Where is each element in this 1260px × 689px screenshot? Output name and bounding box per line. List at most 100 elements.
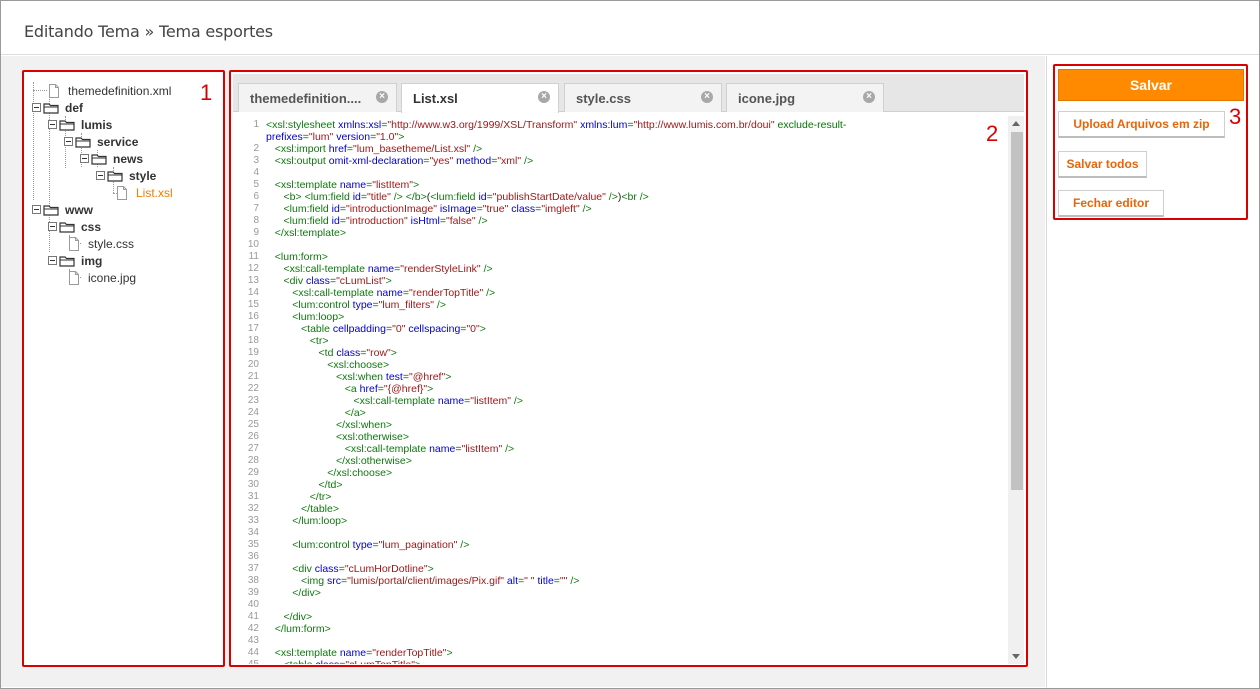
- code-text: </div>: [283, 611, 313, 623]
- editor-tab-style-css[interactable]: style.css ×: [564, 83, 722, 112]
- dialog-header: Editando Tema » Tema esportes: [1, 1, 1259, 55]
- close-tab-icon[interactable]: ×: [376, 91, 388, 103]
- collapse-toggle-icon[interactable]: [48, 120, 57, 129]
- code-line[interactable]: 34: [233, 527, 1008, 539]
- code-line[interactable]: 29 </xsl:choose>: [233, 467, 1008, 479]
- collapse-toggle-icon[interactable]: [64, 137, 73, 146]
- close-tab-icon[interactable]: ×: [538, 91, 550, 103]
- code-text: <lum:field id="introductionImage" isImag…: [283, 203, 592, 215]
- code-line[interactable]: 21 <xsl:when test="@href">: [233, 371, 1008, 383]
- code-line[interactable]: 43: [233, 635, 1008, 647]
- code-line[interactable]: 4: [233, 167, 1008, 179]
- scroll-up-arrow-icon[interactable]: [1012, 121, 1020, 126]
- code-line[interactable]: 7 <lum:field id="introductionImage" isIm…: [233, 203, 1008, 215]
- code-line[interactable]: 33 </lum:loop>: [233, 515, 1008, 527]
- code-line[interactable]: 30 </td>: [233, 479, 1008, 491]
- save-button[interactable]: Salvar: [1058, 69, 1244, 101]
- tree-folder-css[interactable]: css: [48, 218, 101, 235]
- code-line[interactable]: 16 <lum:loop>: [233, 311, 1008, 323]
- close-editor-button[interactable]: Fechar editor: [1058, 190, 1164, 217]
- code-line[interactable]: 1 <xsl:stylesheet xmlns:xsl="http://www.w…: [233, 119, 1008, 131]
- code-line[interactable]: 19 <td class="row">: [233, 347, 1008, 359]
- tree-folder-service[interactable]: service: [64, 133, 138, 150]
- tree-folder-lumis[interactable]: lumis: [48, 116, 112, 133]
- code-line[interactable]: 6 <b> <lum:field id="title" /> </b>(<lum…: [233, 191, 1008, 203]
- save-all-button[interactable]: Salvar todos: [1058, 151, 1147, 178]
- code-line[interactable]: 3 <xsl:output omit-xml-declaration="yes"…: [233, 155, 1008, 167]
- code-line[interactable]: 5 <xsl:template name="listItem">: [233, 179, 1008, 191]
- scroll-down-arrow-icon[interactable]: [1012, 654, 1020, 659]
- editor-tab-list-xsl[interactable]: List.xsl ×: [401, 83, 559, 113]
- tree-connector-line: [33, 90, 47, 91]
- collapse-toggle-icon[interactable]: [48, 222, 57, 231]
- code-text: <div class="cLumHorDotline">: [292, 563, 434, 575]
- close-tab-icon[interactable]: ×: [701, 91, 713, 103]
- code-line[interactable]: 45 <table class="cLumTopTitle">: [233, 659, 1008, 664]
- line-number: 22: [247, 383, 259, 394]
- code-line[interactable]: 41 </div>: [233, 611, 1008, 623]
- code-line[interactable]: 11 <lum:form>: [233, 251, 1008, 263]
- collapse-toggle-icon[interactable]: [80, 154, 89, 163]
- code-line[interactable]: 22 <a href="{@href}">: [233, 383, 1008, 395]
- code-line[interactable]: 10: [233, 239, 1008, 251]
- code-lines[interactable]: 1 <xsl:stylesheet xmlns:xsl="http://www.w…: [233, 119, 1008, 664]
- code-line[interactable]: 37 <div class="cLumHorDotline">: [233, 563, 1008, 575]
- collapse-toggle-icon[interactable]: [96, 171, 105, 180]
- code-line[interactable]: 25 </xsl:when>: [233, 419, 1008, 431]
- code-line[interactable]: 40: [233, 599, 1008, 611]
- tree-folder-news[interactable]: news: [80, 150, 143, 167]
- code-line[interactable]: 12 <xsl:call-template name="renderStyleL…: [233, 263, 1008, 275]
- code-line[interactable]: 27 <xsl:call-template name="listItem" />: [233, 443, 1008, 455]
- code-line[interactable]: 8 <lum:field id="introduction" isHtml="f…: [233, 215, 1008, 227]
- close-tab-icon[interactable]: ×: [863, 91, 875, 103]
- code-line[interactable]: 9 </xsl:template>: [233, 227, 1008, 239]
- tree-folder-def[interactable]: def: [32, 99, 83, 116]
- code-line[interactable]: 42 </lum:form>: [233, 623, 1008, 635]
- code-text: <xsl:call-template name="renderTopTitle"…: [292, 287, 496, 299]
- code-line[interactable]: 20 <xsl:choose>: [233, 359, 1008, 371]
- code-line[interactable]: 39 </div>: [233, 587, 1008, 599]
- collapse-toggle-icon[interactable]: [32, 103, 41, 112]
- code-line[interactable]: 36: [233, 551, 1008, 563]
- line-number: 25: [247, 419, 259, 430]
- tree-folder-www[interactable]: www: [32, 201, 93, 218]
- code-line[interactable]: 14 <xsl:call-template name="renderTopTit…: [233, 287, 1008, 299]
- collapse-toggle-icon[interactable]: [32, 205, 41, 214]
- code-text: <lum:control type="lum_filters" />: [292, 299, 446, 311]
- code-line[interactable]: 31 </tr>: [233, 491, 1008, 503]
- tree-file-style-css[interactable]: style.css: [68, 235, 134, 252]
- line-number: 29: [247, 467, 259, 478]
- editor-tab-themedefinition[interactable]: themedefinition.... ×: [238, 83, 397, 112]
- tree-folder-style[interactable]: style: [96, 167, 156, 184]
- editor-scrollbar[interactable]: [1008, 116, 1024, 664]
- editor-tab-icone-jpg[interactable]: icone.jpg ×: [726, 83, 884, 112]
- code-text: <img src="lumis/portal/client/images/Pix…: [301, 575, 580, 587]
- tree-file-icone-jpg[interactable]: icone.jpg: [68, 269, 136, 286]
- tree-folder-img[interactable]: img: [48, 252, 102, 269]
- tree-file-themedefinition-xml[interactable]: themedefinition.xml: [48, 82, 171, 99]
- tree-file-list-xsl[interactable]: List.xsl: [116, 184, 173, 201]
- tree-item-label: List.xsl: [136, 185, 173, 200]
- collapse-toggle-icon[interactable]: [48, 256, 57, 265]
- code-line[interactable]: 18 <tr>: [233, 335, 1008, 347]
- code-line[interactable]: prefixes="lum" version="1.0">: [233, 131, 1008, 143]
- code-line[interactable]: 35 <lum:control type="lum_pagination" />: [233, 539, 1008, 551]
- upload-zip-button[interactable]: Upload Arquivos em zip: [1058, 111, 1225, 138]
- code-line[interactable]: 13 <div class="cLumList">: [233, 275, 1008, 287]
- code-line[interactable]: 44 <xsl:template name="renderTopTitle">: [233, 647, 1008, 659]
- code-line[interactable]: 24 </a>: [233, 407, 1008, 419]
- code-area[interactable]: 1 <xsl:stylesheet xmlns:xsl="http://www.w…: [233, 116, 1024, 664]
- scrollbar-thumb[interactable]: [1011, 132, 1023, 490]
- code-line[interactable]: 23 <xsl:call-template name="listItem" />: [233, 395, 1008, 407]
- folder-open-icon: [107, 170, 123, 182]
- code-line[interactable]: 32 </table>: [233, 503, 1008, 515]
- code-line[interactable]: 15 <lum:control type="lum_filters" />: [233, 299, 1008, 311]
- code-line[interactable]: 38 <img src="lumis/portal/client/images/…: [233, 575, 1008, 587]
- code-text: <xsl:choose>: [327, 359, 390, 371]
- code-line[interactable]: 2 <xsl:import href="lum_basetheme/List.x…: [233, 143, 1008, 155]
- code-line[interactable]: 28 </xsl:otherwise>: [233, 455, 1008, 467]
- line-number: 28: [247, 455, 259, 466]
- code-line[interactable]: 26 <xsl:otherwise>: [233, 431, 1008, 443]
- code-line[interactable]: 17 <table cellpadding="0" cellspacing="0…: [233, 323, 1008, 335]
- line-number: 36: [247, 551, 259, 562]
